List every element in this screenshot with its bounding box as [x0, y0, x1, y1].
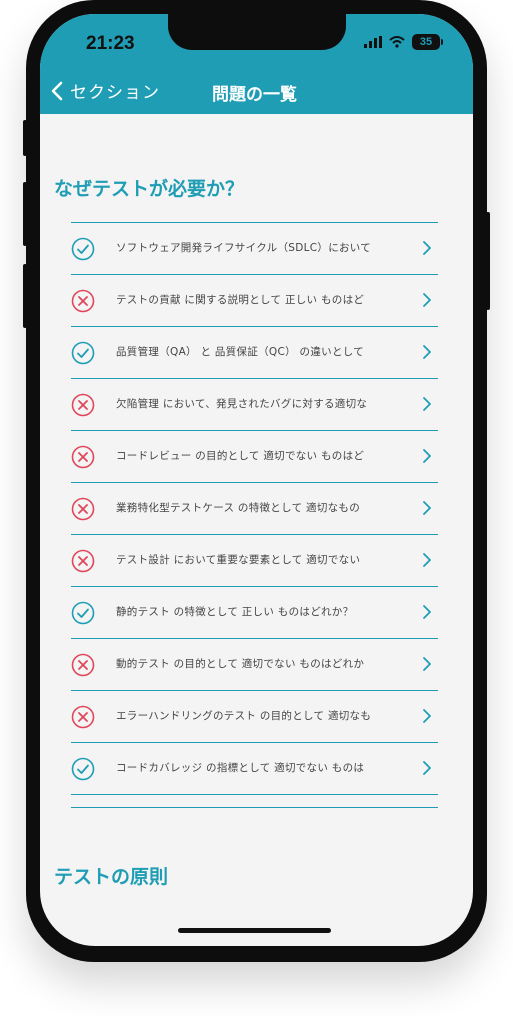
- list-item[interactable]: 動的テスト の目的として 適切でない ものはどれか: [71, 639, 438, 691]
- wifi-icon: [389, 36, 405, 48]
- page-title: 問題の一覧: [212, 85, 297, 105]
- check-circle-icon: [71, 757, 95, 781]
- volume-down-button: [23, 264, 27, 328]
- x-circle-icon: [71, 705, 95, 729]
- battery-tip: [441, 39, 443, 45]
- chevron-right-icon: [423, 241, 431, 255]
- list-item[interactable]: コードレビュー の目的として 適切でない ものはど: [71, 431, 438, 483]
- question-text: ソフトウェア開発ライフサイクル（SDLC）において: [116, 242, 372, 254]
- chevron-right-icon: [423, 605, 431, 619]
- question-text: 動的テスト の目的として 適切でない ものはどれか: [116, 658, 365, 670]
- list-item[interactable]: テスト設計 において重要な要素として 適切でない: [71, 535, 438, 587]
- chevron-right-icon: [423, 553, 431, 567]
- question-text: テスト設計 において重要な要素として 適切でない: [116, 554, 361, 566]
- list-item[interactable]: 品質管理（QA） と 品質保証（QC） の違いとして: [71, 327, 438, 379]
- question-text: 静的テスト の特徴として 正しい ものはどれか？: [116, 606, 354, 618]
- section-title: なぜテストが必要か？: [54, 178, 245, 200]
- check-circle-icon: [71, 601, 95, 625]
- question-text: テストの貢献 に関する説明として 正しい ものはど: [116, 294, 365, 306]
- list-item[interactable]: 静的テスト の特徴として 正しい ものはどれか？: [71, 587, 438, 639]
- list-item[interactable]: エラーハンドリングのテスト の目的として 適切なも: [71, 691, 438, 743]
- question-list: ソフトウェア開発ライフサイクル（SDLC）において テストの貢献 に関する説明とし…: [71, 222, 438, 808]
- question-text: 欠陥管理 において、発見されたバグに対する適切な: [116, 398, 368, 410]
- home-indicator: [178, 928, 331, 933]
- chevron-right-icon: [423, 657, 431, 671]
- phone-frame: 21:23 35 セクション 問題の一覧 なぜテストが必要か？ ソフトウェア開発…: [23, 0, 490, 962]
- chevron-right-icon: [423, 761, 431, 775]
- battery-icon: 35: [412, 34, 440, 50]
- screen: 21:23 35 セクション 問題の一覧 なぜテストが必要か？ ソフトウェア開発…: [40, 14, 473, 946]
- signal-icon: [364, 36, 382, 48]
- check-circle-icon: [71, 237, 95, 261]
- x-circle-icon: [71, 445, 95, 469]
- notch: [168, 14, 346, 50]
- header-bar: 21:23 35 セクション 問題の一覧: [40, 14, 473, 114]
- list-item[interactable]: テストの貢献 に関する説明として 正しい ものはど: [71, 275, 438, 327]
- chevron-right-icon: [423, 449, 431, 463]
- list-bottom-divider: [71, 795, 438, 808]
- x-circle-icon: [71, 653, 95, 677]
- question-text: 品質管理（QA） と 品質保証（QC） の違いとして: [116, 346, 365, 358]
- x-circle-icon: [71, 497, 95, 521]
- list-item[interactable]: 業務特化型テストケース の特徴として 適切なもの: [71, 483, 438, 535]
- question-text: コードレビュー の目的として 適切でない ものはど: [116, 450, 365, 462]
- question-text: コードカバレッジ の指標として 適切でない ものは: [116, 762, 365, 774]
- chevron-right-icon: [423, 501, 431, 515]
- check-circle-icon: [71, 341, 95, 365]
- silent-switch: [23, 120, 27, 156]
- chevron-right-icon: [423, 709, 431, 723]
- question-text: エラーハンドリングのテスト の目的として 適切なも: [116, 710, 372, 722]
- x-circle-icon: [71, 549, 95, 573]
- power-button: [486, 212, 490, 310]
- status-icons: 35: [364, 34, 443, 50]
- question-text: 業務特化型テストケース の特徴として 適切なもの: [116, 502, 361, 514]
- list-item[interactable]: 欠陥管理 において、発見されたバグに対する適切な: [71, 379, 438, 431]
- volume-up-button: [23, 182, 27, 246]
- chevron-right-icon: [423, 345, 431, 359]
- chevron-right-icon: [423, 293, 431, 307]
- chevron-right-icon: [423, 397, 431, 411]
- x-circle-icon: [71, 393, 95, 417]
- section-title: テストの原則: [54, 866, 169, 888]
- x-circle-icon: [71, 289, 95, 313]
- status-time: 21:23: [86, 33, 135, 54]
- list-item[interactable]: コードカバレッジ の指標として 適切でない ものは: [71, 743, 438, 795]
- list-item[interactable]: ソフトウェア開発ライフサイクル（SDLC）において: [71, 223, 438, 275]
